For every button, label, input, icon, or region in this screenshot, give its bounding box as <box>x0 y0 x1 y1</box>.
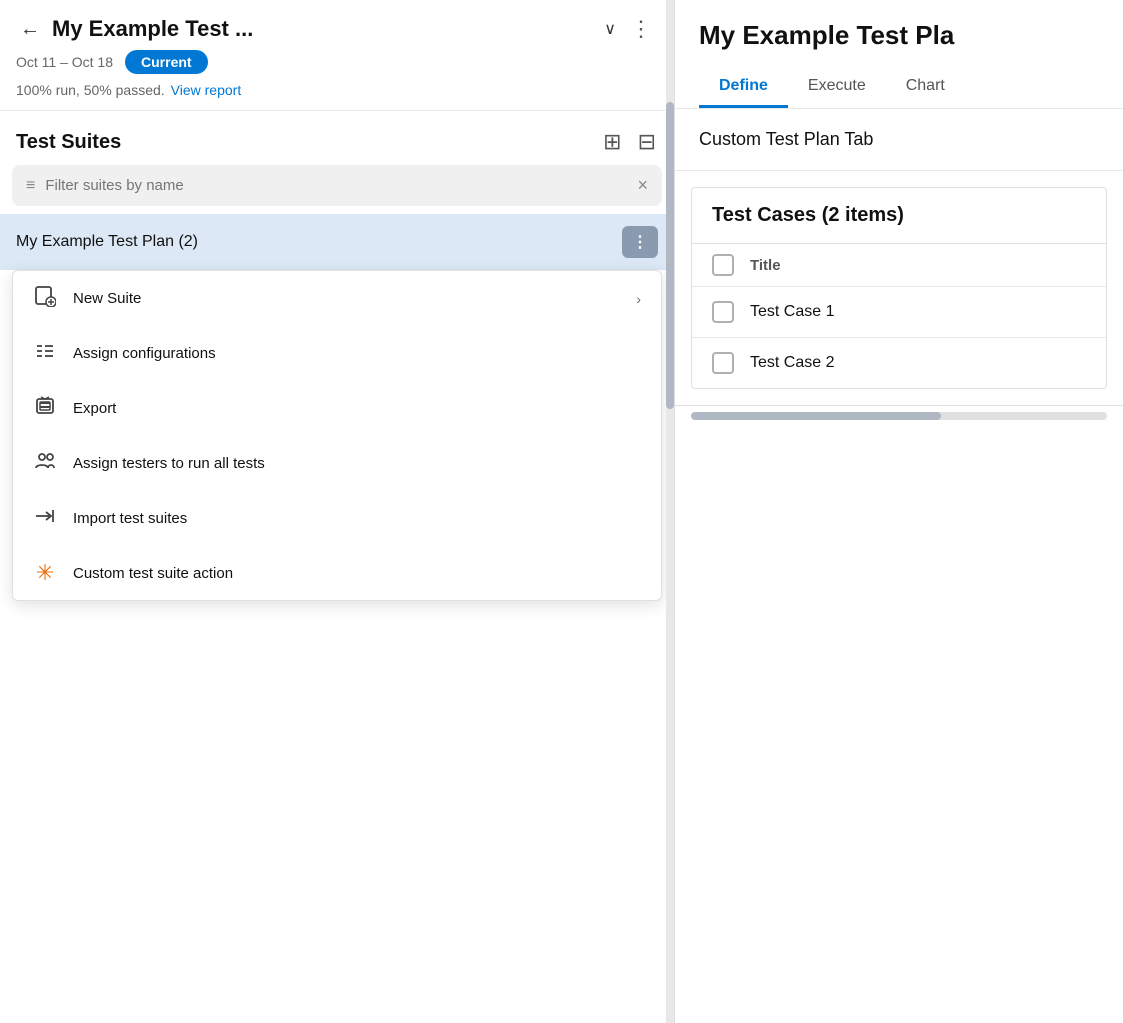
menu-item-new-suite-arrow: › <box>636 291 641 307</box>
test-cases-section: Test Cases (2 items) Title Test Case 1 T… <box>691 187 1107 389</box>
stats-text: 100% run, 50% passed. <box>16 82 165 98</box>
expand-all-button[interactable]: ⊞ <box>601 127 623 157</box>
row-2-checkbox[interactable] <box>712 352 734 374</box>
title-column-label: Title <box>750 257 781 274</box>
menu-item-assign-testers[interactable]: Assign testers to run all tests <box>13 436 661 491</box>
menu-item-new-suite-label: New Suite <box>73 290 620 307</box>
header-area: ← My Example Test ... ∨ ⋮ Oct 11 – Oct 1… <box>0 0 674 111</box>
menu-item-import-label: Import test suites <box>73 510 641 527</box>
h-scroll-thumb <box>691 412 941 420</box>
tree-item-more-button[interactable]: ⋮ <box>622 226 658 258</box>
scrollbar-track[interactable] <box>666 0 674 1023</box>
right-title: My Example Test Pla <box>699 20 1099 51</box>
plan-title: My Example Test ... <box>52 16 596 42</box>
tree-item-label: My Example Test Plan (2) <box>16 233 614 251</box>
menu-item-import[interactable]: Import test suites <box>13 491 661 546</box>
custom-action-icon: ✳ <box>33 560 57 586</box>
select-all-checkbox[interactable] <box>712 254 734 276</box>
clear-filter-icon[interactable]: × <box>637 175 648 196</box>
scrollbar-thumb <box>666 102 674 409</box>
header-top: ← My Example Test ... ∨ ⋮ <box>16 16 658 42</box>
left-panel: ← My Example Test ... ∨ ⋮ Oct 11 – Oct 1… <box>0 0 675 1023</box>
test-cases-header: Test Cases (2 items) <box>692 188 1106 244</box>
view-report-link[interactable]: View report <box>171 82 242 98</box>
tab-chart[interactable]: Chart <box>886 67 965 108</box>
menu-item-assign-testers-label: Assign testers to run all tests <box>73 455 641 472</box>
row-1-label: Test Case 1 <box>750 303 834 321</box>
suites-header: Test Suites ⊞ ⊟ <box>0 111 674 165</box>
filter-input[interactable] <box>45 177 627 194</box>
chevron-down-icon[interactable]: ∨ <box>604 19 616 39</box>
date-row: Oct 11 – Oct 18 Current <box>16 50 658 74</box>
current-badge: Current <box>125 50 208 74</box>
table-row[interactable]: Test Case 2 <box>692 338 1106 388</box>
context-menu: New Suite › Assign configurations <box>12 270 662 601</box>
menu-item-export-label: Export <box>73 400 641 417</box>
collapse-all-button[interactable]: ⊟ <box>636 127 658 157</box>
h-scroll-track <box>691 412 1107 420</box>
tab-execute[interactable]: Execute <box>788 67 886 108</box>
filter-icon: ≡ <box>26 177 35 195</box>
row-1-checkbox[interactable] <box>712 301 734 323</box>
right-header: My Example Test Pla Define Execute Chart <box>675 0 1123 109</box>
tc-column-header: Title <box>692 244 1106 287</box>
tree-item[interactable]: My Example Test Plan (2) ⋮ <box>0 214 674 270</box>
horizontal-scrollbar[interactable] <box>675 405 1123 426</box>
stats-row: 100% run, 50% passed. View report <box>16 82 658 98</box>
menu-item-new-suite[interactable]: New Suite › <box>13 271 661 326</box>
assign-config-icon <box>33 340 57 367</box>
import-icon <box>33 505 57 532</box>
table-row[interactable]: Test Case 1 <box>692 287 1106 338</box>
menu-item-custom-action[interactable]: ✳ Custom test suite action <box>13 546 661 600</box>
new-suite-icon <box>33 285 57 312</box>
right-panel: My Example Test Pla Define Execute Chart… <box>675 0 1123 1023</box>
tab-define[interactable]: Define <box>699 67 788 108</box>
menu-item-assign-config[interactable]: Assign configurations <box>13 326 661 381</box>
custom-tab-content: Custom Test Plan Tab <box>675 109 1123 171</box>
row-2-label: Test Case 2 <box>750 354 834 372</box>
filter-box: ≡ × <box>12 165 662 206</box>
date-range-text: Oct 11 – Oct 18 <box>16 54 113 70</box>
export-icon <box>33 395 57 422</box>
more-options-icon[interactable]: ⋮ <box>624 16 658 42</box>
menu-item-assign-config-label: Assign configurations <box>73 345 641 362</box>
assign-testers-icon <box>33 450 57 477</box>
filter-area: ≡ × <box>0 165 674 214</box>
suites-title: Test Suites <box>16 131 589 154</box>
tabs-row: Define Execute Chart <box>699 67 1099 108</box>
menu-item-export[interactable]: Export <box>13 381 661 436</box>
menu-item-custom-action-label: Custom test suite action <box>73 565 641 582</box>
back-button[interactable]: ← <box>16 18 44 41</box>
